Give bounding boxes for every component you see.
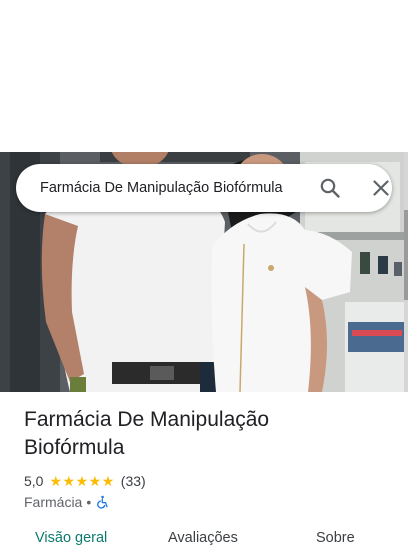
search-input[interactable]: Farmácia De Manipulação Biofórmula xyxy=(40,164,304,212)
search-icon[interactable] xyxy=(318,176,342,200)
star-icon: ★ xyxy=(62,473,76,489)
star-icon: ★ xyxy=(88,473,102,489)
place-tabs: Visão geral Avaliações Sobre xyxy=(0,530,408,560)
photo-scrollbar[interactable] xyxy=(404,152,408,392)
scrollbar-thumb[interactable] xyxy=(404,210,408,300)
place-title: Farmácia De Manipulação Biofórmula xyxy=(24,408,270,459)
map-blank-area xyxy=(0,0,408,152)
star-icon: ★ xyxy=(49,473,63,489)
rating-stars: ★ ★ ★ ★ ★ xyxy=(49,474,114,488)
rating-value: 5,0 xyxy=(24,473,44,489)
star-icon: ★ xyxy=(75,473,89,489)
rating-row[interactable]: 5,0 ★ ★ ★ ★ ★ (33) xyxy=(24,471,146,491)
place-category: Farmácia xyxy=(24,494,83,510)
close-icon[interactable] xyxy=(369,176,393,200)
category-row: Farmácia • xyxy=(24,492,109,512)
star-icon: ★ xyxy=(101,473,115,489)
review-count[interactable]: (33) xyxy=(121,473,146,489)
wheelchair-icon xyxy=(97,495,108,509)
search-bar[interactable]: Farmácia De Manipulação Biofórmula xyxy=(16,164,392,212)
separator-dot: • xyxy=(86,494,92,510)
